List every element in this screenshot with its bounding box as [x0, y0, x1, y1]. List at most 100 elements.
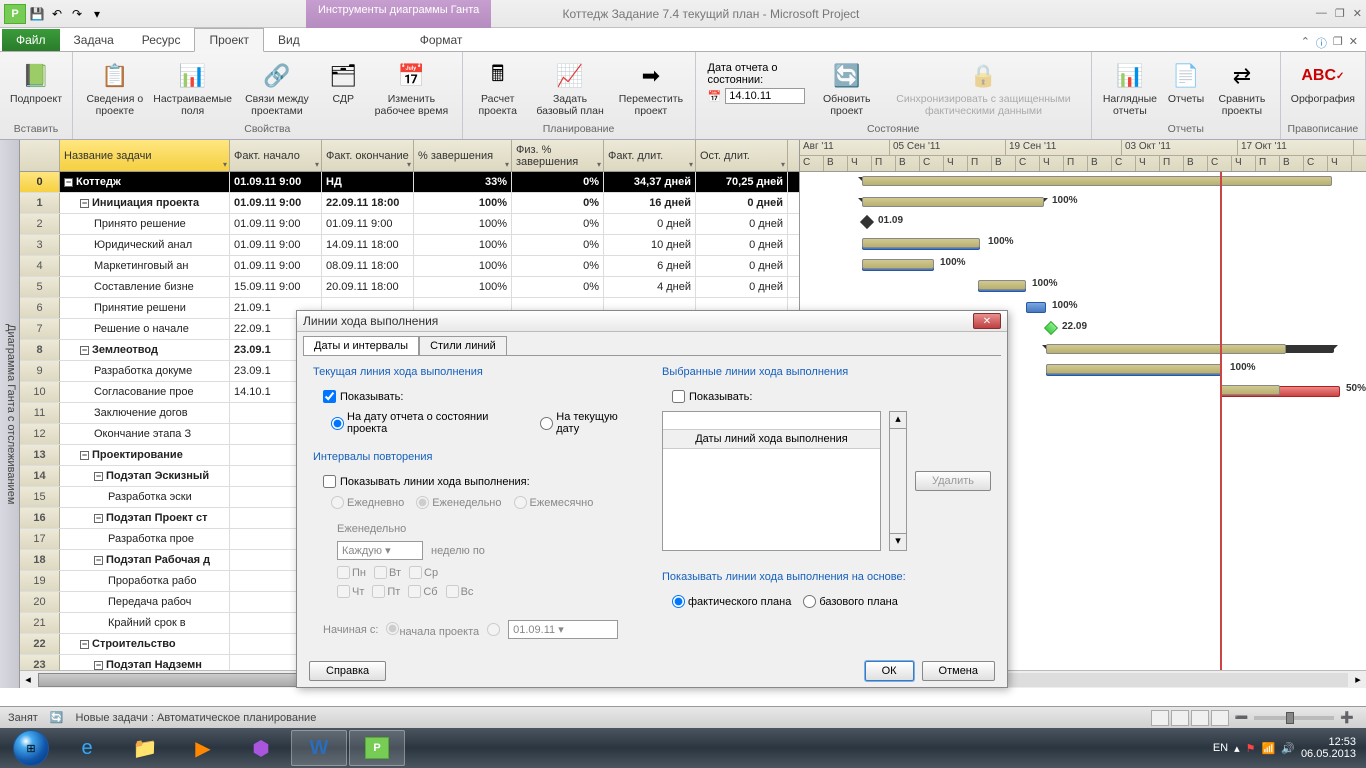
zoom-out-icon[interactable]: ➖: [1231, 711, 1253, 724]
tab-resource[interactable]: Ресурс: [128, 29, 195, 51]
taskbar-ie[interactable]: e: [59, 730, 115, 766]
radio-status-date[interactable]: [331, 417, 344, 430]
custom-fields-button[interactable]: 📊Настраиваемые поля: [155, 58, 231, 119]
radio-actual-plan[interactable]: [672, 595, 685, 608]
show-interval-lines-checkbox[interactable]: [323, 475, 336, 488]
cancel-button[interactable]: Отмена: [922, 661, 995, 681]
radio-custom-start: [487, 623, 500, 636]
table-row[interactable]: 2Принято решение01.09.11 9:0001.09.11 9:…: [20, 214, 799, 235]
tray-clock[interactable]: 12:5306.05.2013: [1301, 736, 1356, 760]
dialog-close-button[interactable]: ✕: [973, 313, 1001, 329]
qat-dropdown-icon[interactable]: ▾: [88, 5, 106, 23]
tab-task[interactable]: Задача: [60, 29, 128, 51]
help-icon[interactable]: ⓘ: [1316, 35, 1327, 51]
taskbar-app1[interactable]: ⬢: [233, 730, 289, 766]
taskbar-word[interactable]: W: [291, 730, 347, 766]
tab-line-styles[interactable]: Стили линий: [419, 336, 507, 355]
spelling-button[interactable]: ABC✓Орфография: [1287, 58, 1359, 108]
group-planning-label: Планирование: [543, 121, 615, 137]
set-baseline-button[interactable]: 📈Задать базовый план: [531, 58, 609, 119]
dates-listbox[interactable]: Даты линий хода выполнения: [662, 411, 881, 551]
col-actual-finish[interactable]: Факт. окончание▾: [322, 140, 414, 171]
tray-flag-icon[interactable]: ⚑: [1246, 742, 1256, 755]
taskbar-project[interactable]: P: [349, 730, 405, 766]
move-project-button[interactable]: ➡Переместить проект: [613, 58, 688, 119]
taskbar-explorer[interactable]: 📁: [117, 730, 173, 766]
calculate-project-button[interactable]: 🖩Расчет проекта: [469, 58, 527, 119]
col-rem-dur[interactable]: Ост. длит.▾: [696, 140, 788, 171]
subproject-button[interactable]: 📗Подпроект: [6, 58, 66, 108]
tab-format[interactable]: Формат: [406, 29, 477, 51]
tab-project[interactable]: Проект: [194, 28, 264, 52]
zoom-slider[interactable]: [1286, 712, 1294, 724]
visual-reports-button[interactable]: 📊Наглядные отчеты: [1098, 58, 1162, 119]
restore-icon[interactable]: ❐: [1335, 7, 1345, 20]
compare-projects-button[interactable]: ⇄Сравнить проекты: [1210, 58, 1274, 119]
project-links-button[interactable]: 🔗Связи между проектами: [235, 58, 320, 119]
start-button[interactable]: ⊞: [4, 730, 58, 766]
radio-current-date[interactable]: [540, 417, 553, 430]
table-row[interactable]: 5Составление бизне15.09.11 9:0020.09.11 …: [20, 277, 799, 298]
col-actual-dur[interactable]: Факт. длит.▾: [604, 140, 696, 171]
ribbon-minimize-icon[interactable]: ⌃: [1301, 35, 1310, 51]
view-gantt-button[interactable]: [1151, 710, 1169, 726]
view-team-button[interactable]: [1191, 710, 1209, 726]
update-project-button[interactable]: 🔄Обновить проект: [815, 58, 878, 119]
col-rownum[interactable]: [20, 140, 60, 171]
chk-thu: [337, 585, 350, 598]
start-date-combo: 01.09.11 ▾: [508, 620, 618, 639]
close-icon[interactable]: ✕: [1353, 7, 1362, 20]
undo-icon[interactable]: ↶: [48, 5, 66, 23]
tray-lang[interactable]: EN: [1213, 742, 1228, 754]
dialog-titlebar[interactable]: Линии хода выполнения ✕: [297, 311, 1007, 332]
zoom-in-icon[interactable]: ➕: [1336, 711, 1358, 724]
show-current-checkbox[interactable]: [323, 390, 336, 403]
tray-expand-icon[interactable]: ▴: [1234, 742, 1240, 755]
table-row[interactable]: 0−Коттедж01.09.11 9:00НД33%0%34,37 дней7…: [20, 172, 799, 193]
change-working-time-button[interactable]: 📅Изменить рабочее время: [367, 58, 455, 119]
col-phys-pct[interactable]: Физ. % завершения▾: [512, 140, 604, 171]
window-controls: — ❐ ✕: [1316, 7, 1362, 20]
table-row[interactable]: 3Юридический анал01.09.11 9:0014.09.11 1…: [20, 235, 799, 256]
grid-header: Название задачи▾ Факт. начало▾ Факт. око…: [20, 140, 799, 172]
col-pct-complete[interactable]: % завершения▾: [414, 140, 512, 171]
minimize-icon[interactable]: —: [1316, 7, 1327, 20]
view-sidebar[interactable]: Диаграмма Ганта с отслеживанием: [0, 140, 20, 688]
col-name[interactable]: Название задачи▾: [60, 140, 230, 171]
ok-button[interactable]: ОК: [865, 661, 914, 681]
view-usage-button[interactable]: [1171, 710, 1189, 726]
tray-volume-icon[interactable]: 🔊: [1281, 742, 1295, 755]
taskbar-media[interactable]: ▶: [175, 730, 231, 766]
redo-icon[interactable]: ↷: [68, 5, 86, 23]
intervals-section: Интервалы повторения: [313, 451, 642, 463]
status-busy: Занят: [8, 712, 38, 724]
tray-network-icon[interactable]: 📶: [1262, 742, 1276, 755]
tab-view[interactable]: Вид: [264, 29, 314, 51]
tab-dates-intervals[interactable]: Даты и интервалы: [303, 336, 419, 355]
doc-close-icon[interactable]: ✕: [1349, 35, 1358, 51]
doc-restore-icon[interactable]: ❐: [1333, 35, 1343, 51]
status-bar: Занят 🔄 Новые задачи : Автоматическое пл…: [0, 706, 1366, 728]
project-info-button[interactable]: 📋Сведения о проекте: [79, 58, 151, 119]
gantt-timescale: Авг '1105 Сен '1119 Сен '1103 Окт '1117 …: [800, 140, 1366, 172]
radio-baseline-plan[interactable]: [803, 595, 816, 608]
save-icon[interactable]: 💾: [28, 5, 46, 23]
view-resource-button[interactable]: [1211, 710, 1229, 726]
refresh-icon[interactable]: 🔄: [50, 711, 64, 724]
wbs-button[interactable]: 🗂СДР: [323, 58, 363, 108]
reports-button[interactable]: 📄Отчеты: [1166, 58, 1206, 108]
tab-file[interactable]: Файл: [2, 29, 60, 51]
list-scroll-up[interactable]: ▴: [889, 411, 907, 429]
show-selected-checkbox[interactable]: [672, 390, 685, 403]
progress-lines-dialog: Линии хода выполнения ✕ Даты и интервалы…: [296, 310, 1008, 688]
col-actual-start[interactable]: Факт. начало▾: [230, 140, 322, 171]
status-newtasks[interactable]: Новые задачи : Автоматическое планирован…: [76, 712, 317, 724]
app-icon[interactable]: P: [4, 4, 26, 24]
radio-project-start: [386, 622, 399, 635]
table-row[interactable]: 4Маркетинговый ан01.09.11 9:0008.09.11 1…: [20, 256, 799, 277]
help-button[interactable]: Справка: [309, 661, 386, 681]
table-row[interactable]: 1−Инициация проекта01.09.11 9:0022.09.11…: [20, 193, 799, 214]
status-date-field[interactable]: [725, 88, 805, 104]
group-spelling-label: Правописание: [1288, 121, 1359, 137]
list-scroll-down[interactable]: ▾: [889, 533, 907, 551]
